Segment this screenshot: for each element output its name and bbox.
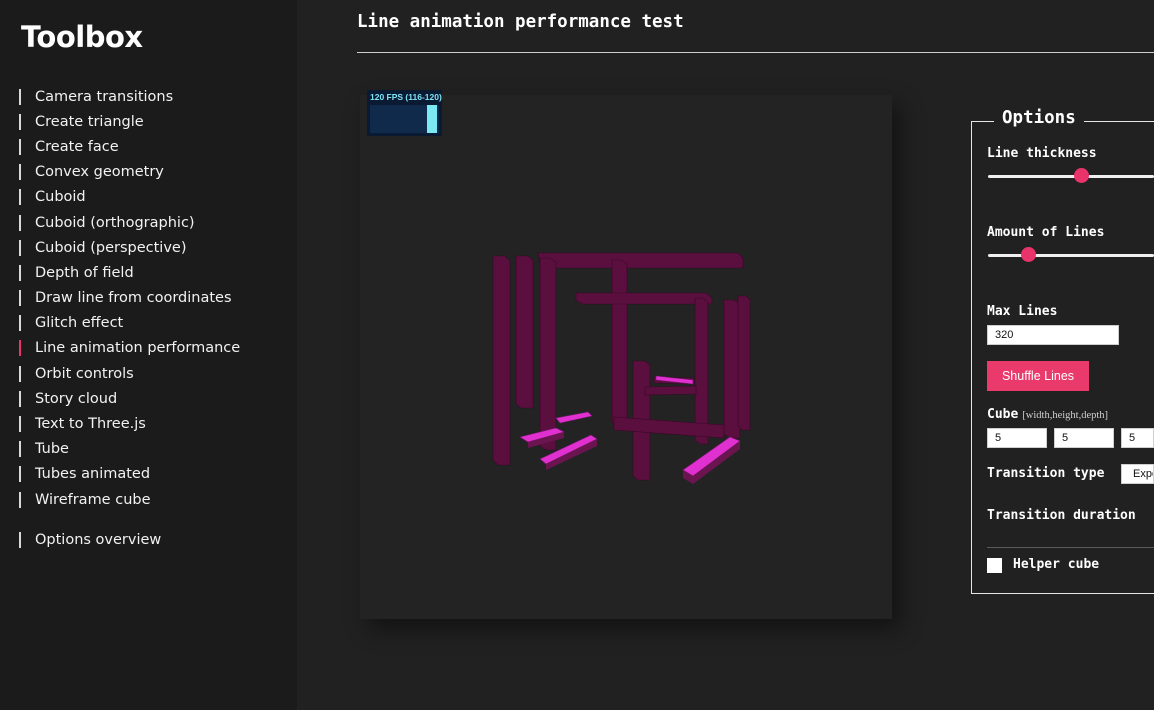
max-lines-input[interactable]: 320 [987, 325, 1119, 345]
line-tube [694, 297, 709, 445]
line-thickness-slider[interactable] [988, 175, 1154, 178]
cube-label-text: Cube [987, 407, 1019, 422]
line-tube [611, 259, 628, 427]
fps-graph [370, 105, 439, 133]
line-tube [555, 411, 593, 424]
line-thickness-slider-thumb[interactable] [1074, 168, 1089, 183]
cube-hint: [width,height,depth] [1022, 410, 1109, 421]
options-divider [987, 547, 1154, 548]
amount-of-lines-label: Amount of Lines [987, 225, 1105, 240]
line-tube [539, 257, 557, 451]
line-tube [515, 255, 534, 409]
line-thickness-label: Line thickness [987, 146, 1097, 161]
line-tube [492, 255, 511, 466]
line-tube [537, 252, 744, 269]
cube-height-input[interactable]: 5 [1054, 428, 1114, 448]
cube-depth-input[interactable]: 5 [1121, 428, 1154, 448]
helper-cube-label: Helper cube [1013, 557, 1100, 572]
amount-of-lines-slider[interactable] [988, 254, 1154, 257]
shuffle-lines-button[interactable]: Shuffle Lines [987, 361, 1089, 391]
transition-duration-label: Transition duration [987, 508, 1136, 523]
line-tube [644, 385, 697, 396]
options-legend: Options [994, 108, 1084, 128]
transition-type-select[interactable]: Expo [1121, 464, 1154, 484]
line-tube [737, 295, 751, 431]
fps-bar [427, 105, 437, 133]
options-panel [971, 121, 1154, 594]
fps-label: 120 FPS (116-120) [370, 92, 442, 102]
cube-width-input[interactable]: 5 [987, 428, 1047, 448]
line-tube [575, 292, 713, 305]
max-lines-label: Max Lines [987, 304, 1058, 319]
helper-cube-checkbox[interactable] [987, 558, 1002, 573]
transition-type-label: Transition type [987, 466, 1105, 481]
line-tube [723, 299, 741, 439]
fps-monitor[interactable]: 120 FPS (116-120) [367, 90, 442, 136]
cube-label: Cube [width,height,depth] [987, 407, 1108, 422]
